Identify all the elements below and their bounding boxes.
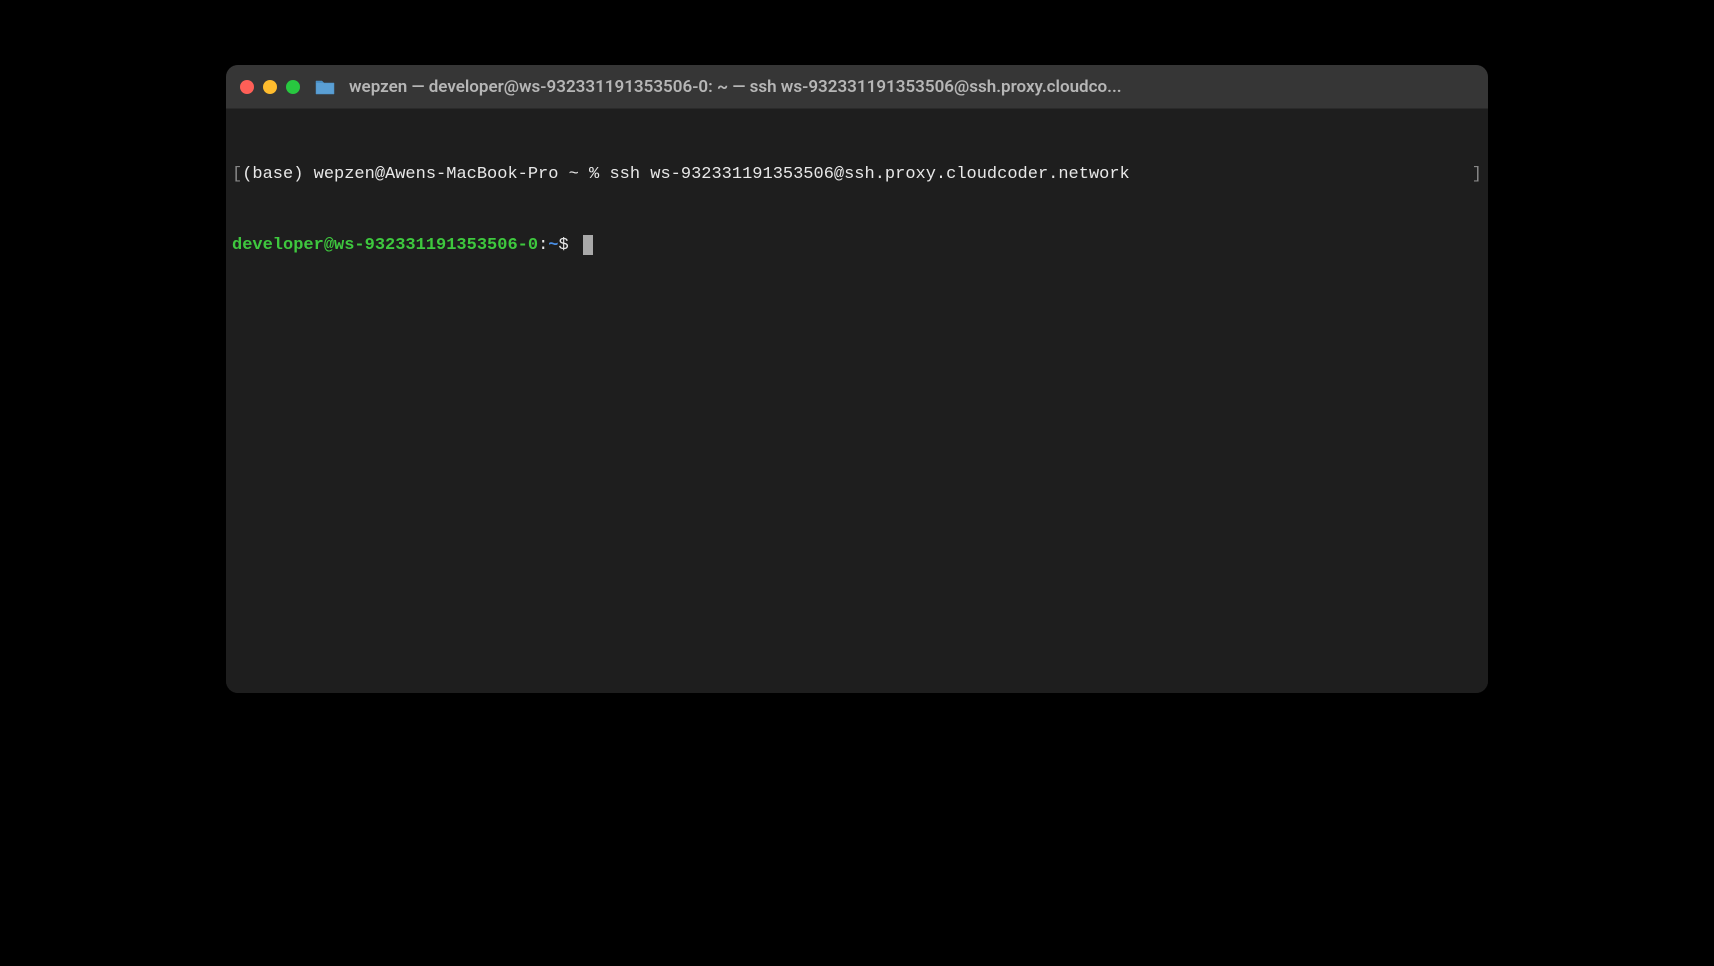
folder-icon <box>314 78 336 96</box>
remote-prompt-path: ~ <box>548 236 558 255</box>
close-bracket: ] <box>1472 163 1482 187</box>
maximize-button[interactable] <box>286 80 300 94</box>
terminal-window: wepzen — developer@ws-932331191353506-0:… <box>226 65 1488 693</box>
remote-prompt-colon: : <box>538 236 548 255</box>
remote-prompt-dollar: $ <box>558 236 578 255</box>
open-bracket: [ <box>232 165 242 184</box>
window-title: wepzen — developer@ws-932331191353506-0:… <box>349 77 1474 97</box>
cursor <box>583 235 593 255</box>
ssh-command: ssh ws-932331191353506@ssh.proxy.cloudco… <box>609 165 1129 184</box>
remote-prompt-userhost: developer@ws-932331191353506-0 <box>232 236 538 255</box>
title-bar: wepzen — developer@ws-932331191353506-0:… <box>226 65 1488 109</box>
close-button[interactable] <box>240 80 254 94</box>
terminal-line-2: developer@ws-932331191353506-0:~$ <box>232 234 1482 258</box>
minimize-button[interactable] <box>263 80 277 94</box>
terminal-line-1: [(base) wepzen@Awens-MacBook-Pro ~ % ssh… <box>232 163 1482 187</box>
local-prompt: (base) wepzen@Awens-MacBook-Pro ~ % <box>242 165 609 184</box>
terminal-body[interactable]: [(base) wepzen@Awens-MacBook-Pro ~ % ssh… <box>226 109 1488 693</box>
traffic-lights <box>240 80 300 94</box>
